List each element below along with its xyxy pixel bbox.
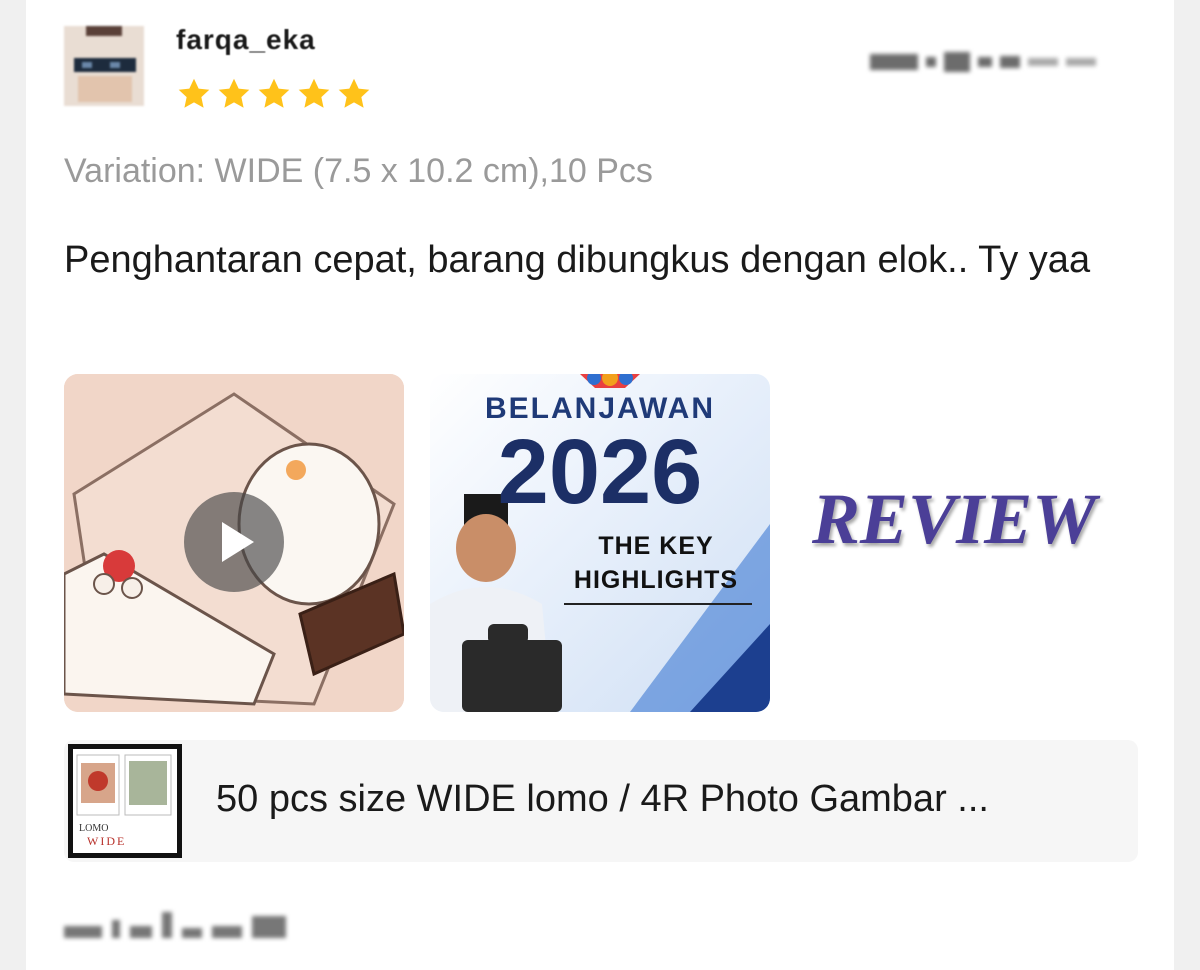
thumb-lomo-text: LOMO <box>79 823 108 834</box>
photo-divider <box>564 603 752 605</box>
star-icon <box>178 78 210 108</box>
footer-redacted <box>64 912 286 938</box>
avatar[interactable] <box>64 26 144 106</box>
photo-line-1: THE KEY <box>598 532 714 560</box>
variation-label: Variation: WIDE (7.5 x 10.2 cm),10 Pcs <box>64 152 653 190</box>
product-link[interactable]: LOMO WIDE 50 pcs size WIDE lomo / 4R Pho… <box>64 740 1138 862</box>
rating-stars <box>176 76 372 112</box>
thumb-wide-text: WIDE <box>87 834 126 848</box>
reviewer-username[interactable]: farqa_eka <box>176 24 316 56</box>
review-photo[interactable]: BELANJAWAN 2026 THE KEY HIGHLIGHTS <box>430 374 770 712</box>
product-thumbnail: LOMO WIDE <box>68 744 182 858</box>
product-thumbnail-art: LOMO WIDE <box>76 754 172 848</box>
photo-line-2: HIGHLIGHTS <box>573 566 739 594</box>
photo-year: 2026 <box>497 421 703 523</box>
review-video-thumbnail[interactable] <box>64 374 404 712</box>
play-button[interactable] <box>184 492 284 592</box>
product-title[interactable]: 50 pcs size WIDE lomo / 4R Photo Gambar … <box>216 778 989 821</box>
review-date-redacted <box>870 52 1096 72</box>
review-card: farqa_eka Variation: WIDE (7.5 x 10.2 cm… <box>26 0 1174 970</box>
play-icon <box>222 522 254 562</box>
star-icon <box>298 78 330 108</box>
star-icon <box>218 78 250 108</box>
review-text: Penghantaran cepat, barang dibungkus den… <box>64 239 1091 281</box>
review-watermark: REVIEW <box>812 479 1097 559</box>
star-icon <box>258 78 290 108</box>
star-icon <box>338 78 370 108</box>
